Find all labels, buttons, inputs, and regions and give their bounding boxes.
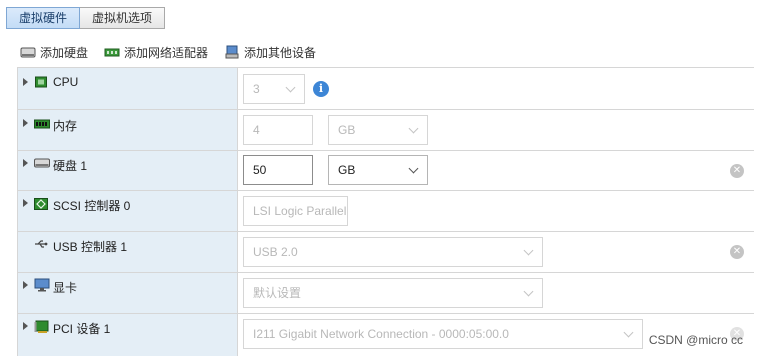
expand-arrow-icon[interactable] — [23, 281, 28, 289]
disk-unit-value: GB — [338, 163, 356, 177]
hard-disk-label: 硬盘 1 — [53, 159, 88, 173]
expand-arrow-icon[interactable] — [23, 78, 28, 86]
memory-unit-select[interactable]: GB — [328, 115, 428, 145]
table-row: 硬盘 1 50 GB ✕ — [17, 151, 754, 191]
cpu-icon — [34, 76, 48, 88]
table-row: CPU 3 i — [17, 68, 754, 110]
cpu-count-value: 3 — [253, 82, 260, 96]
video-settings-select[interactable]: 默认设置 — [243, 278, 543, 308]
cpu-label: CPU — [53, 75, 79, 89]
device-icon — [224, 45, 240, 59]
table-row: SCSI 控制器 0 LSI Logic Parallel — [17, 191, 754, 232]
table-row: PCI 设备 1 I211 Gigabit Network Connection… — [17, 314, 754, 356]
hard-disk-icon — [20, 45, 36, 59]
scsi-controller-icon — [34, 198, 48, 210]
add-disk-button[interactable]: 添加硬盘 — [20, 43, 88, 61]
info-icon[interactable]: i — [313, 81, 329, 97]
add-network-adapter-button[interactable]: 添加网络适配器 — [104, 43, 208, 61]
remove-icon[interactable]: ✕ — [730, 164, 744, 178]
usb-type-select[interactable]: USB 2.0 — [243, 237, 543, 267]
disk-unit-select[interactable]: GB — [328, 155, 428, 185]
usb-type-value: USB 2.0 — [253, 245, 298, 259]
table-row: 显卡 默认设置 — [17, 273, 754, 314]
expand-arrow-icon[interactable] — [23, 159, 28, 167]
scsi-type-value: LSI Logic Parallel — [253, 204, 347, 218]
memory-unit-value: GB — [338, 123, 356, 137]
tab-bar: 虚拟硬件 虚拟机选项 — [6, 7, 166, 29]
scsi-controller-label: SCSI 控制器 0 — [53, 199, 131, 213]
add-other-device-button[interactable]: 添加其他设备 — [224, 43, 316, 61]
memory-size-input[interactable]: 4 — [243, 115, 313, 145]
expand-arrow-icon[interactable] — [23, 322, 28, 330]
add-other-device-label: 添加其他设备 — [244, 45, 317, 60]
disk-size-input[interactable]: 50 — [243, 155, 313, 185]
table-row: 内存 4 GB — [17, 110, 754, 151]
pci-device-icon — [34, 320, 49, 333]
video-settings-value: 默认设置 — [253, 286, 302, 300]
pci-device-label: PCI 设备 1 — [53, 322, 111, 336]
network-card-icon — [104, 45, 120, 59]
add-disk-label: 添加硬盘 — [40, 45, 89, 60]
usb-icon — [34, 238, 48, 250]
memory-label: 内存 — [53, 119, 78, 133]
pci-device-value: I211 Gigabit Network Connection - 0000:0… — [253, 327, 509, 341]
cpu-count-select[interactable]: 3 — [243, 74, 305, 104]
pci-device-select[interactable]: I211 Gigabit Network Connection - 0000:0… — [243, 319, 643, 349]
hardware-table: CPU 3 i 内存 4 GB 硬盘 1 50 GB ✕ SCSI 控制器 0 … — [17, 67, 754, 356]
monitor-icon — [34, 278, 50, 292]
memory-icon — [34, 118, 50, 130]
tab-virtual-hardware[interactable]: 虚拟硬件 — [6, 7, 81, 29]
scsi-type-select[interactable]: LSI Logic Parallel — [243, 196, 348, 226]
table-row: USB 控制器 1 USB 2.0 ✕ — [17, 232, 754, 273]
hard-disk-icon — [34, 157, 50, 169]
tab-vm-options[interactable]: 虚拟机选项 — [80, 7, 166, 29]
toolbar: 添加硬盘 添加网络适配器 添加其他设备 — [20, 43, 332, 61]
watermark: CSDN @micro cc — [648, 333, 743, 347]
add-network-adapter-label: 添加网络适配器 — [124, 45, 209, 60]
expand-arrow-icon[interactable] — [23, 119, 28, 127]
expand-arrow-icon[interactable] — [23, 199, 28, 207]
remove-icon[interactable]: ✕ — [730, 245, 744, 259]
usb-controller-label: USB 控制器 1 — [53, 240, 128, 254]
video-card-label: 显卡 — [53, 281, 78, 295]
